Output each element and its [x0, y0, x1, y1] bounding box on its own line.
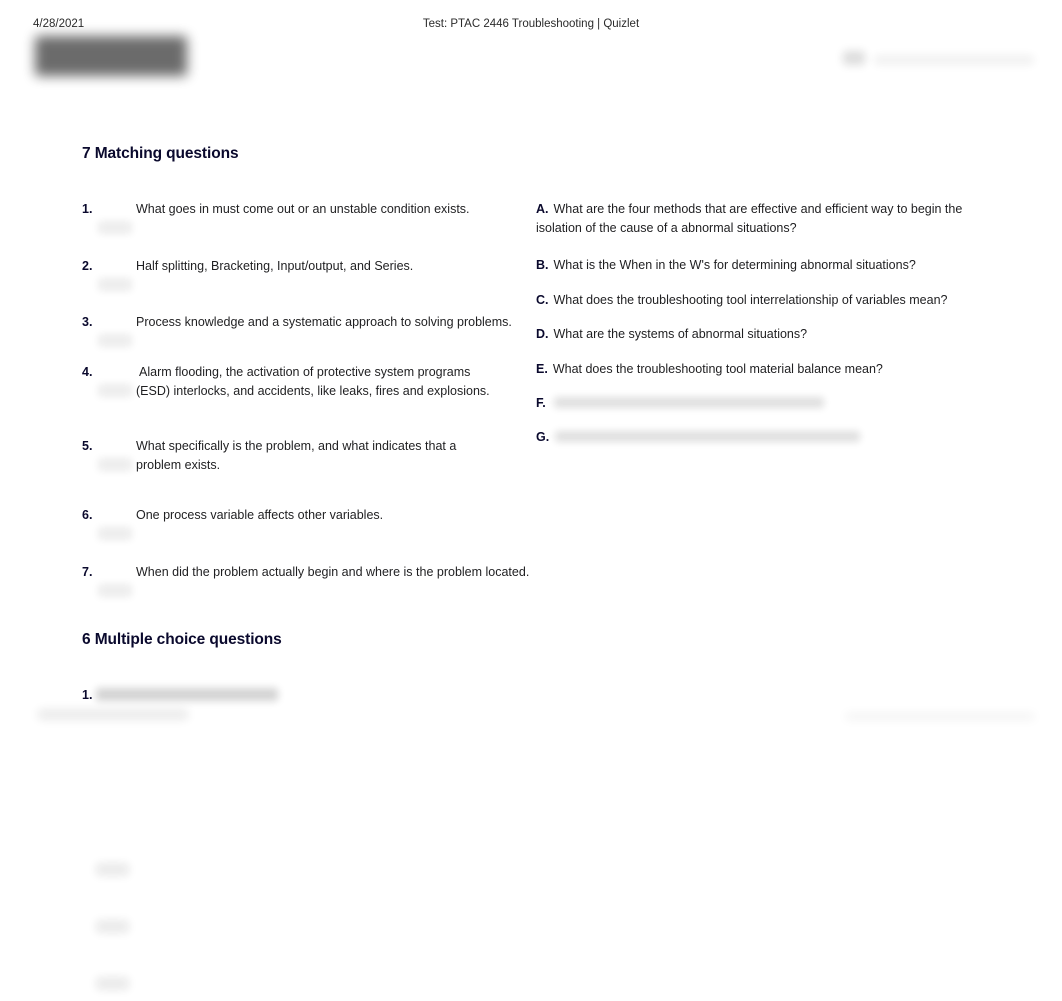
- match-answer-slot[interactable]: [98, 221, 132, 234]
- match-answer-slot[interactable]: [98, 384, 132, 397]
- list-item[interactable]: E. What does the troubleshooting tool mat…: [536, 360, 976, 379]
- option-text-redacted: [555, 431, 860, 442]
- match-text: Alarm flooding, the activation of protec…: [136, 365, 490, 398]
- multiple-choice-section-heading: 6 Multiple choice questions: [82, 631, 282, 648]
- match-number: 7.: [82, 565, 93, 579]
- match-number: 4.: [82, 365, 93, 379]
- match-text: Half splitting, Bracketing, Input/output…: [136, 259, 414, 273]
- match-text: What specifically is the problem, and wh…: [136, 439, 457, 472]
- list-item: 3. Process knowledge and a systematic ap…: [82, 313, 532, 363]
- list-item: 2. Half splitting, Bracketing, Input/out…: [82, 257, 532, 313]
- footer-text-redacted: [38, 710, 188, 719]
- list-item[interactable]: D. What are the systems of abnormal situa…: [536, 325, 976, 344]
- match-answer-slot[interactable]: [98, 458, 132, 471]
- list-item[interactable]: A. What are the four methods that are eff…: [536, 200, 968, 237]
- list-item: 7. When did the problem actually begin a…: [82, 563, 532, 613]
- option-letter: A.: [536, 202, 549, 216]
- list-item[interactable]: G.: [536, 428, 976, 446]
- quizlet-logo: [35, 36, 187, 76]
- option-text: What does the troubleshooting tool mater…: [552, 361, 883, 376]
- match-number: 1.: [82, 202, 93, 216]
- option-letter: E.: [536, 361, 548, 376]
- matching-options-list: A. What are the four methods that are eff…: [536, 200, 976, 446]
- mc-answer-slot[interactable]: [96, 920, 129, 933]
- match-text: When did the problem actually begin and …: [136, 565, 530, 579]
- list-item[interactable]: F.: [536, 394, 976, 412]
- option-text: What are the systems of abnormal situati…: [553, 327, 808, 341]
- list-item: 5. What specifically is the problem, and…: [82, 437, 532, 506]
- match-answer-slot[interactable]: [98, 584, 132, 597]
- list-item: 6. One process variable affects other va…: [82, 506, 532, 563]
- match-text: Process knowledge and a systematic appro…: [136, 315, 512, 329]
- matching-section-heading: 7 Matching questions: [82, 145, 239, 162]
- list-item[interactable]: C. What does the troubleshooting tool int…: [536, 291, 976, 310]
- match-answer-slot[interactable]: [98, 334, 132, 347]
- list-item: 1. What goes in must come out or an unst…: [82, 200, 532, 257]
- account-avatar-icon: [843, 51, 865, 65]
- match-text: One process variable affects other varia…: [136, 508, 384, 522]
- list-item[interactable]: B. What is the When in the W's for determ…: [536, 256, 976, 275]
- account-label-redacted: [874, 55, 1034, 65]
- match-number: 3.: [82, 315, 93, 329]
- mc-answer-slot[interactable]: [96, 863, 129, 876]
- mc-number: 1.: [82, 688, 93, 702]
- match-answer-slot[interactable]: [98, 527, 132, 540]
- match-number: 6.: [82, 508, 93, 522]
- option-letter: C.: [536, 292, 549, 307]
- option-text: What is the When in the W's for determin…: [553, 258, 916, 272]
- match-number: 5.: [82, 439, 93, 453]
- option-letter: D.: [536, 327, 549, 341]
- option-letter: F.: [536, 396, 546, 410]
- list-item: 4. Alarm flooding, the activation of pro…: [82, 363, 532, 437]
- match-number: 2.: [82, 259, 93, 273]
- footer-url-redacted: [845, 713, 1035, 720]
- match-answer-slot[interactable]: [98, 278, 132, 291]
- mc-answer-slot[interactable]: [96, 977, 129, 990]
- option-text: What are the four methods that are effec…: [536, 202, 963, 235]
- option-text: What does the troubleshooting tool inter…: [553, 292, 948, 307]
- match-text: What goes in must come out or an unstabl…: [136, 202, 470, 216]
- matching-questions-list: 1. What goes in must come out or an unst…: [82, 200, 532, 613]
- document-title: Test: PTAC 2446 Troubleshooting | Quizle…: [422, 18, 640, 30]
- option-letter: B.: [536, 258, 549, 272]
- print-header: 4/28/2021 Test: PTAC 2446 Troubleshootin…: [0, 17, 1062, 33]
- option-text-redacted: [554, 397, 824, 408]
- mc-question-text-redacted: [96, 688, 278, 701]
- option-letter: G.: [536, 430, 550, 444]
